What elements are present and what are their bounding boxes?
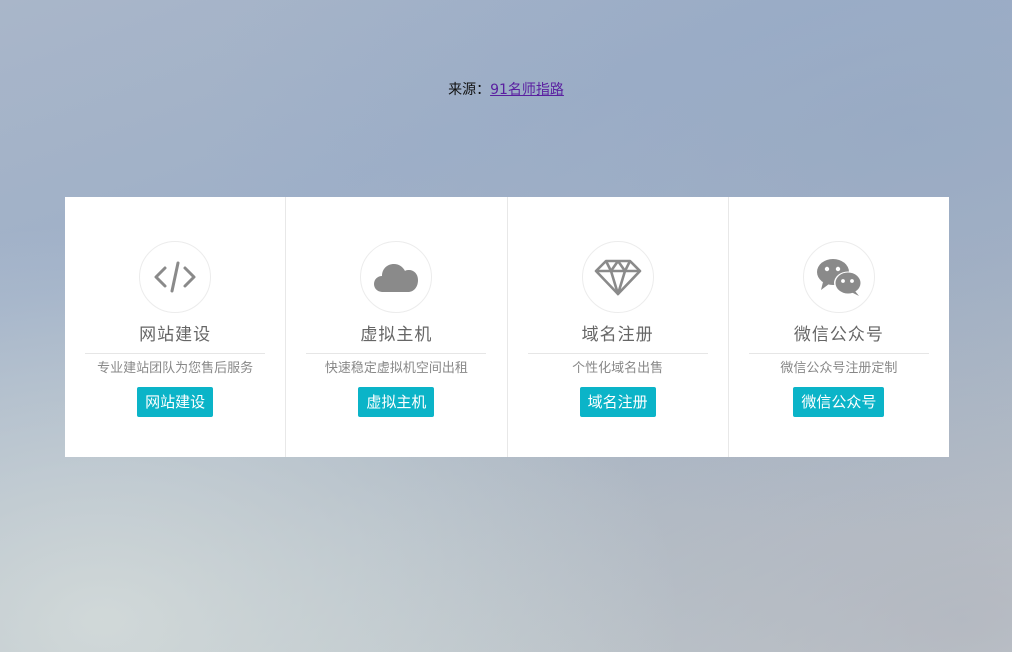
wechat-button[interactable]: 微信公众号 [793, 387, 885, 417]
wechat-icon [816, 259, 862, 296]
services-panel: 网站建设 专业建站团队为您售后服务 网站建设 虚拟主机 快速稳定虚拟机空间出租 … [65, 197, 949, 457]
source-link[interactable]: 91名师指路 [490, 82, 564, 98]
card-divider [306, 353, 487, 354]
service-card-hosting: 虚拟主机 快速稳定虚拟机空间出租 虚拟主机 [285, 197, 506, 457]
service-card-wechat: 微信公众号 微信公众号注册定制 微信公众号 [727, 197, 949, 457]
source-line: 来源：91名师指路 [0, 79, 1012, 99]
code-icon [154, 261, 196, 293]
icon-circle [360, 241, 433, 313]
service-card-website: 网站建设 专业建站团队为您售后服务 网站建设 [65, 197, 285, 457]
card-divider [527, 353, 708, 354]
domain-button[interactable]: 域名注册 [579, 387, 656, 417]
card-divider [748, 353, 929, 354]
card-desc: 个性化域名出售 [572, 361, 664, 376]
hosting-button[interactable]: 虚拟主机 [358, 387, 435, 417]
icon-circle [802, 241, 875, 313]
card-title: 虚拟主机 [360, 325, 433, 345]
diamond-icon [594, 259, 641, 296]
card-title: 微信公众号 [793, 325, 884, 345]
service-card-domain: 域名注册 个性化域名出售 域名注册 [506, 197, 728, 457]
card-desc: 微信公众号注册定制 [780, 361, 898, 376]
website-button[interactable]: 网站建设 [137, 387, 214, 417]
card-desc: 快速稳定虚拟机空间出租 [324, 361, 468, 376]
icon-circle [581, 241, 654, 313]
card-desc: 专业建站团队为您售后服务 [97, 361, 254, 376]
card-divider [85, 353, 266, 354]
icon-circle [139, 241, 212, 313]
card-title: 域名注册 [581, 325, 654, 345]
card-title: 网站建设 [139, 325, 212, 345]
cloud-icon [374, 264, 419, 292]
source-label: 来源： [448, 82, 491, 98]
